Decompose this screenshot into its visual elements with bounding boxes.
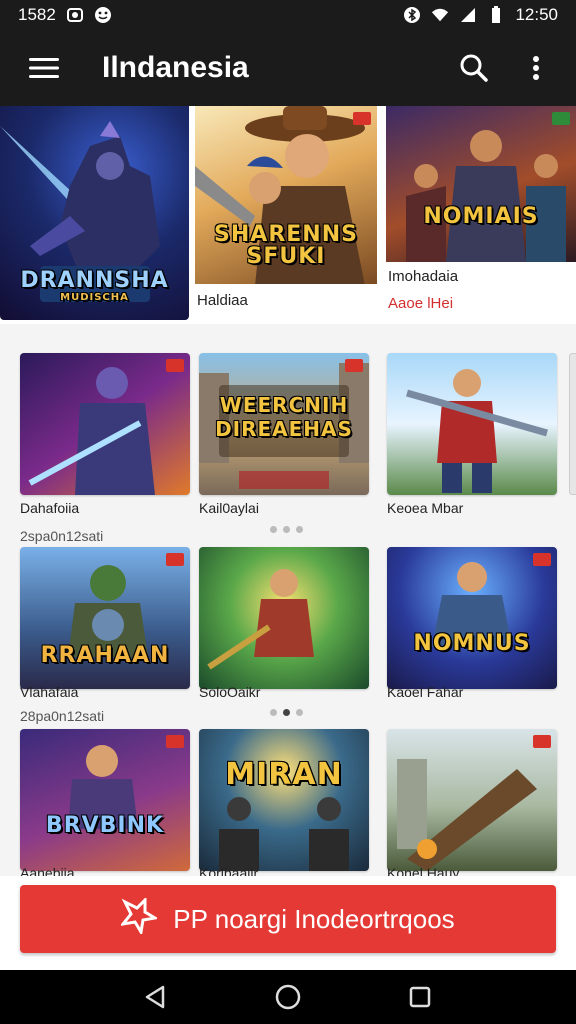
games-grid: WEERCNIH DIREAEHAS Dahafoiia Kail0aylai … <box>0 324 576 876</box>
game-card[interactable]: BRVBINK <box>20 729 190 871</box>
game-title: Kaoel Fahar <box>387 684 464 700</box>
status-bar: 1582 12:50 <box>0 0 576 30</box>
game-art: SHARENNS SFUKI <box>195 106 377 286</box>
game-art-title: SHARENNS SFUKI <box>214 222 358 269</box>
game-art: BRVBINK <box>20 729 190 871</box>
game-title: SoloOaikr <box>199 684 261 700</box>
carousel-dot[interactable] <box>283 709 290 716</box>
game-title: Vlahafaia <box>20 684 79 700</box>
carousel-dot[interactable] <box>270 709 277 716</box>
game-art-title: RRAHAAN <box>40 643 170 668</box>
game-art: MIRAN <box>199 729 369 871</box>
game-art: NOMNUS <box>387 547 557 689</box>
carousel-dots <box>270 709 303 716</box>
face-icon <box>94 6 112 24</box>
badge-icon <box>345 359 363 372</box>
recents-icon[interactable] <box>398 975 442 1019</box>
cta-container: PP noargi Inodeortrqoos <box>0 876 576 970</box>
game-art-title: MIRAN <box>225 757 343 792</box>
game-title: Konel Hauy <box>387 865 460 876</box>
game-title: Kail0aylai <box>199 500 259 516</box>
badge-icon <box>166 735 184 748</box>
game-card[interactable]: MIRAN <box>199 729 369 871</box>
game-art <box>199 547 369 689</box>
game-title: Korlbaailr <box>199 865 259 876</box>
camera-icon <box>66 6 84 24</box>
featured-carousel: DRANNSHA MUDISCHA SHARENNS SFUKI Haldiaa <box>0 106 576 324</box>
game-art-title: WEERCNIH DIREAEHAS <box>215 393 353 441</box>
bluetooth-icon <box>403 6 421 24</box>
game-art: DRANNSHA MUDISCHA <box>0 106 189 320</box>
game-title: Dahafoiia <box>20 500 80 516</box>
game-art-title: NOMIAIS <box>423 204 539 229</box>
badge-icon <box>353 112 371 125</box>
game-meta: 2spa0n12sati <box>20 528 104 544</box>
game-title: Haldiaa <box>197 292 248 309</box>
game-art-title: BRVBINK <box>45 813 165 838</box>
carousel-dots <box>270 526 303 533</box>
game-card[interactable] <box>387 729 557 871</box>
game-art-subtitle: MUDISCHA <box>60 292 129 303</box>
game-art <box>387 729 557 871</box>
featured-card[interactable]: DRANNSHA MUDISCHA <box>0 106 189 320</box>
game-art: WEERCNIH DIREAEHAS <box>199 353 369 495</box>
carousel-dot[interactable] <box>296 526 303 533</box>
signal-icon <box>459 6 477 24</box>
game-art-title: DRANNSHA <box>20 268 169 293</box>
primary-action-label: PP noargi Inodeortrqoos <box>173 903 455 934</box>
game-card[interactable]: RRAHAAN <box>20 547 190 689</box>
primary-action-button[interactable]: PP noargi Inodeortrqoos <box>20 885 556 953</box>
game-title: Keoea Mbar <box>387 500 464 516</box>
battery-icon <box>487 6 505 24</box>
system-nav-bar <box>0 970 576 1024</box>
status-time-left: 1582 <box>18 5 56 24</box>
more-options-icon[interactable] <box>516 48 556 88</box>
status-time-right: 12:50 <box>515 5 558 24</box>
game-title: Imohadaia <box>388 268 459 285</box>
game-art <box>20 353 190 495</box>
wifi-icon <box>431 6 449 24</box>
game-art <box>387 353 557 495</box>
carousel-dot[interactable] <box>283 526 290 533</box>
badge-icon <box>552 112 570 125</box>
game-card[interactable] <box>199 547 369 689</box>
game-subtitle: Aaoe lHei <box>388 295 454 312</box>
featured-card[interactable]: NOMIAIS Imohadaia Aaoe lHei <box>386 106 576 320</box>
app-bar: Ilndanesia <box>0 30 576 106</box>
search-icon[interactable] <box>454 48 494 88</box>
game-art-title: NOMNUS <box>413 631 531 656</box>
home-icon[interactable] <box>266 975 310 1019</box>
back-icon[interactable] <box>134 975 178 1019</box>
featured-card[interactable]: SHARENNS SFUKI Haldiaa <box>195 106 377 320</box>
badge-icon <box>166 553 184 566</box>
game-art: RRAHAAN <box>20 547 190 689</box>
next-card-edge <box>569 353 576 495</box>
game-card[interactable]: NOMNUS <box>387 547 557 689</box>
game-card[interactable] <box>387 353 557 495</box>
star-burst-icon <box>119 895 160 941</box>
game-art: NOMIAIS <box>386 106 576 262</box>
carousel-dot[interactable] <box>296 709 303 716</box>
game-card[interactable] <box>20 353 190 495</box>
game-title: Aanebiia <box>20 865 75 876</box>
badge-icon <box>166 359 184 372</box>
menu-icon[interactable] <box>24 48 64 88</box>
game-card[interactable]: WEERCNIH DIREAEHAS <box>199 353 369 495</box>
badge-icon <box>533 735 551 748</box>
game-meta: 28pa0n12sati <box>20 708 105 724</box>
badge-icon <box>533 553 551 566</box>
page-title: Ilndanesia <box>102 51 249 84</box>
carousel-dot[interactable] <box>270 526 277 533</box>
